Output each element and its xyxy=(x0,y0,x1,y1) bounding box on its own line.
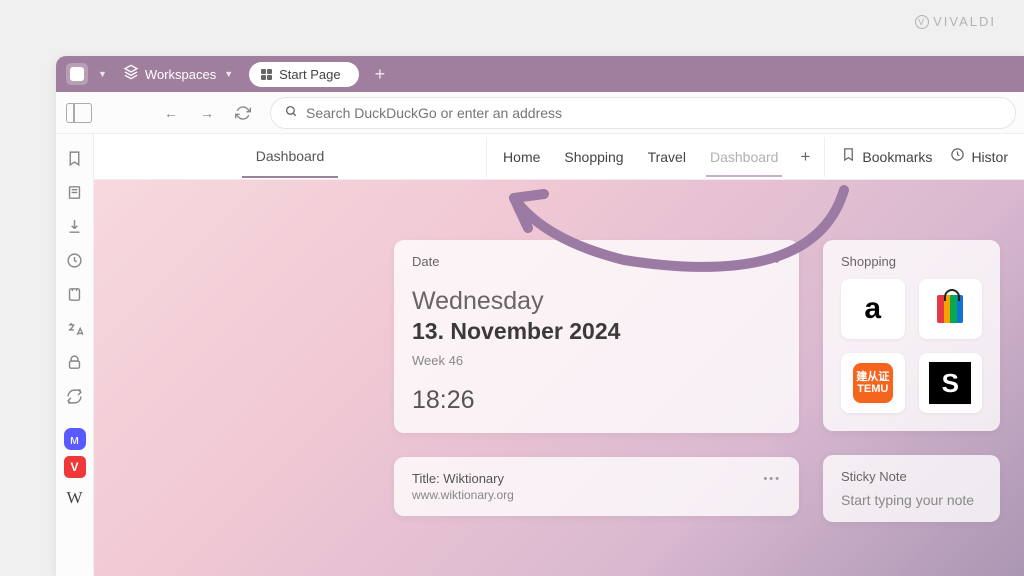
bookmark-icon xyxy=(841,147,856,166)
main-area: ᴍ V W Dashboard Home Shopping Travel Das… xyxy=(56,134,1024,576)
dashboard-col-left: Date ••• Wednesday 13. November 2024 Wee… xyxy=(394,240,799,576)
window-panel-icon[interactable] xyxy=(61,348,89,376)
feed-widget: Title: Wiktionary ••• www.wiktionary.org xyxy=(394,457,799,516)
temu-logo: 建从证TEMU xyxy=(853,363,893,403)
tab-start-page[interactable]: Start Page xyxy=(249,62,358,87)
sticky-placeholder: Start typing your note xyxy=(841,492,982,508)
nav-tab-travel[interactable]: Travel xyxy=(636,137,698,177)
tile-amazon[interactable]: a xyxy=(841,279,905,339)
shopping-widget: Shopping a 建从证TEMU S xyxy=(823,240,1000,431)
date-widget: Date ••• Wednesday 13. November 2024 Wee… xyxy=(394,240,799,433)
address-bar[interactable] xyxy=(270,97,1016,129)
widget-more-button[interactable]: ••• xyxy=(763,256,781,268)
bag-icon xyxy=(937,295,963,323)
date-time: 18:26 xyxy=(412,386,781,415)
chevron-down-icon: ▼ xyxy=(224,69,233,79)
downloads-panel-icon[interactable] xyxy=(61,212,89,240)
date-widget-title: Date xyxy=(412,254,439,269)
shopping-grid: a 建从证TEMU S xyxy=(841,279,982,413)
date-week: Week 46 xyxy=(412,353,781,368)
back-button[interactable]: ← xyxy=(156,98,186,128)
sticky-note-widget[interactable]: Sticky Note Start typing your note xyxy=(823,455,1000,522)
new-tab-button[interactable]: + xyxy=(367,64,394,85)
vivaldi-icon xyxy=(70,67,84,81)
feed-title: Title: Wiktionary xyxy=(412,471,504,486)
widget-more-button[interactable]: ••• xyxy=(763,473,781,485)
add-dial-button[interactable]: + xyxy=(790,147,820,167)
translate-panel-icon[interactable] xyxy=(61,314,89,342)
tile-temu[interactable]: 建从证TEMU xyxy=(841,353,905,413)
date-full: 13. November 2024 xyxy=(412,318,781,345)
quick-links: Bookmarks Histor xyxy=(825,147,1024,166)
grid-icon xyxy=(261,69,272,80)
bookmarks-label: Bookmarks xyxy=(862,149,932,165)
bookmarks-link[interactable]: Bookmarks xyxy=(841,147,932,166)
nav-tab-home[interactable]: Home xyxy=(491,137,552,177)
sessions-panel-icon[interactable] xyxy=(61,382,89,410)
workspaces-label: Workspaces xyxy=(145,67,216,82)
nav-tab-shopping[interactable]: Shopping xyxy=(552,137,635,177)
reading-list-icon[interactable] xyxy=(61,178,89,206)
mastodon-panel-icon[interactable]: ᴍ xyxy=(64,428,86,450)
feed-url: www.wiktionary.org xyxy=(412,488,781,502)
reload-button[interactable] xyxy=(228,98,258,128)
side-panel: ᴍ V W xyxy=(56,134,94,576)
vivaldi-social-icon[interactable]: V xyxy=(64,456,86,478)
speed-dial-tabs: Home Shopping Travel Dashboard + xyxy=(486,137,825,177)
forward-button[interactable]: → xyxy=(192,98,222,128)
workspaces-selector[interactable]: Workspaces ▼ xyxy=(115,60,241,88)
shein-logo: S xyxy=(929,362,971,404)
tile-shopping-bag[interactable] xyxy=(919,279,983,339)
shopping-widget-title: Shopping xyxy=(841,254,982,269)
panel-toggle-button[interactable] xyxy=(64,98,94,128)
search-icon xyxy=(285,105,298,121)
address-input[interactable] xyxy=(306,105,1001,121)
amazon-logo: a xyxy=(864,292,881,326)
content-area: Dashboard Home Shopping Travel Dashboard… xyxy=(94,134,1024,576)
nav-left: Dashboard xyxy=(94,136,486,178)
nav-tab-dashboard[interactable]: Dashboard xyxy=(698,137,791,177)
vivaldi-menu-button[interactable] xyxy=(66,63,88,85)
tile-shein[interactable]: S xyxy=(919,353,983,413)
nav-tab-dashboard-active[interactable]: Dashboard xyxy=(242,136,339,178)
sticky-title: Sticky Note xyxy=(841,469,982,484)
history-label: Histor xyxy=(971,149,1008,165)
tab-label: Start Page xyxy=(279,67,340,82)
titlebar: ▼ Workspaces ▼ Start Page + xyxy=(56,56,1024,92)
vivaldi-logo-icon: V xyxy=(915,15,929,29)
chevron-down-icon[interactable]: ▼ xyxy=(98,69,107,79)
bookmarks-panel-icon[interactable] xyxy=(61,144,89,172)
browser-window: ▼ Workspaces ▼ Start Page + ← → xyxy=(56,56,1024,576)
navbar: ← → xyxy=(56,92,1024,134)
history-link[interactable]: Histor xyxy=(950,147,1008,166)
stack-icon xyxy=(123,64,139,84)
panel-toggle-icon xyxy=(66,103,92,123)
history-panel-icon[interactable] xyxy=(61,246,89,274)
wikipedia-panel-icon[interactable]: W xyxy=(61,484,89,512)
dashboard: Date ••• Wednesday 13. November 2024 Wee… xyxy=(94,180,1024,576)
date-weekday: Wednesday xyxy=(412,287,781,316)
watermark-text: VIVALDI xyxy=(933,14,996,29)
notes-panel-icon[interactable] xyxy=(61,280,89,308)
vivaldi-watermark: V VIVALDI xyxy=(915,14,996,29)
card-header: Date ••• xyxy=(412,254,781,269)
speed-dial-nav: Dashboard Home Shopping Travel Dashboard… xyxy=(94,134,1024,180)
history-icon xyxy=(950,147,965,166)
dashboard-col-right: Shopping a 建从证TEMU S Sticky Note Start t… xyxy=(823,240,1000,576)
